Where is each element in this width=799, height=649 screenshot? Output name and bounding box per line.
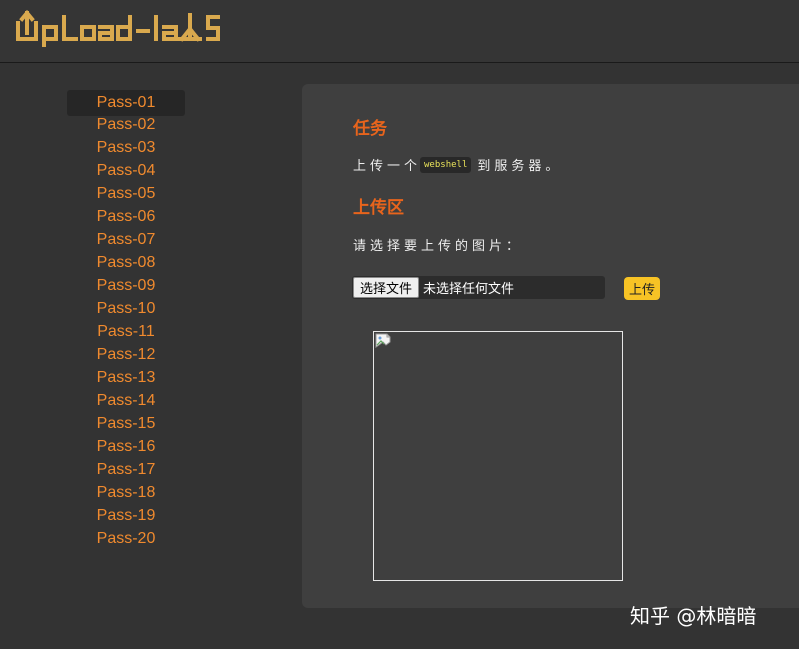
sidebar-item-pass-04[interactable]: Pass-04 bbox=[67, 159, 185, 182]
task-heading: 任务 bbox=[353, 119, 387, 139]
sidebar-item-pass-16[interactable]: Pass-16 bbox=[67, 435, 185, 458]
sidebar-item-pass-20[interactable]: Pass-20 bbox=[67, 527, 185, 550]
sidebar-item-pass-12[interactable]: Pass-12 bbox=[67, 343, 185, 366]
sidebar-item-pass-07[interactable]: Pass-07 bbox=[67, 228, 185, 251]
sidebar-item-pass-18[interactable]: Pass-18 bbox=[67, 481, 185, 504]
sidebar-item-pass-13[interactable]: Pass-13 bbox=[67, 366, 185, 389]
upload-heading: 上传区 bbox=[353, 198, 404, 218]
sidebar-item-pass-05[interactable]: Pass-05 bbox=[67, 182, 185, 205]
page-header bbox=[0, 0, 799, 63]
upload-prompt: 请选择要上传的图片： bbox=[353, 239, 524, 254]
image-preview bbox=[373, 331, 623, 581]
sidebar-item-pass-10[interactable]: Pass-10 bbox=[67, 297, 185, 320]
file-status-text: 未选择任何文件 bbox=[423, 282, 515, 297]
sidebar-item-pass-03[interactable]: Pass-03 bbox=[67, 136, 185, 159]
task-code: webshell bbox=[420, 156, 472, 173]
logo-wordmark bbox=[16, 9, 220, 47]
sidebar-item-pass-17[interactable]: Pass-17 bbox=[67, 458, 185, 481]
upload-submit-button[interactable]: 上传 bbox=[624, 277, 661, 300]
task-text-before: 上传一个 bbox=[353, 159, 422, 174]
task-text-after: 到服务器。 bbox=[477, 159, 563, 174]
site-logo[interactable] bbox=[14, 9, 244, 51]
sidebar-item-pass-15[interactable]: Pass-15 bbox=[67, 412, 185, 435]
sidebar-item-pass-09[interactable]: Pass-09 bbox=[67, 274, 185, 297]
sidebar-item-pass-19[interactable]: Pass-19 bbox=[67, 504, 185, 527]
sidebar-item-pass-08[interactable]: Pass-08 bbox=[67, 251, 185, 274]
broken-image-icon bbox=[375, 333, 391, 348]
task-description: 上传一个 webshell 到服务器。 bbox=[353, 155, 562, 174]
sidebar-nav: Pass-01 Pass-02 Pass-03 Pass-04 Pass-05 Pass-… bbox=[67, 90, 185, 550]
zhihu-watermark: 知乎 @林暗暗 bbox=[630, 604, 757, 628]
sidebar-item-pass-06[interactable]: Pass-06 bbox=[67, 205, 185, 228]
file-input[interactable]: 选择文件 未选择任何文件 bbox=[352, 276, 605, 299]
sidebar-item-pass-11[interactable]: Pass-11 bbox=[67, 320, 185, 343]
choose-file-button[interactable]: 选择文件 bbox=[353, 277, 420, 298]
sidebar-item-pass-14[interactable]: Pass-14 bbox=[67, 389, 185, 412]
sidebar-item-pass-02[interactable]: Pass-02 bbox=[67, 113, 185, 136]
content-panel: 任务 上传一个 webshell 到服务器。 上传区 请选择要上传的图片： 选择… bbox=[302, 84, 799, 608]
